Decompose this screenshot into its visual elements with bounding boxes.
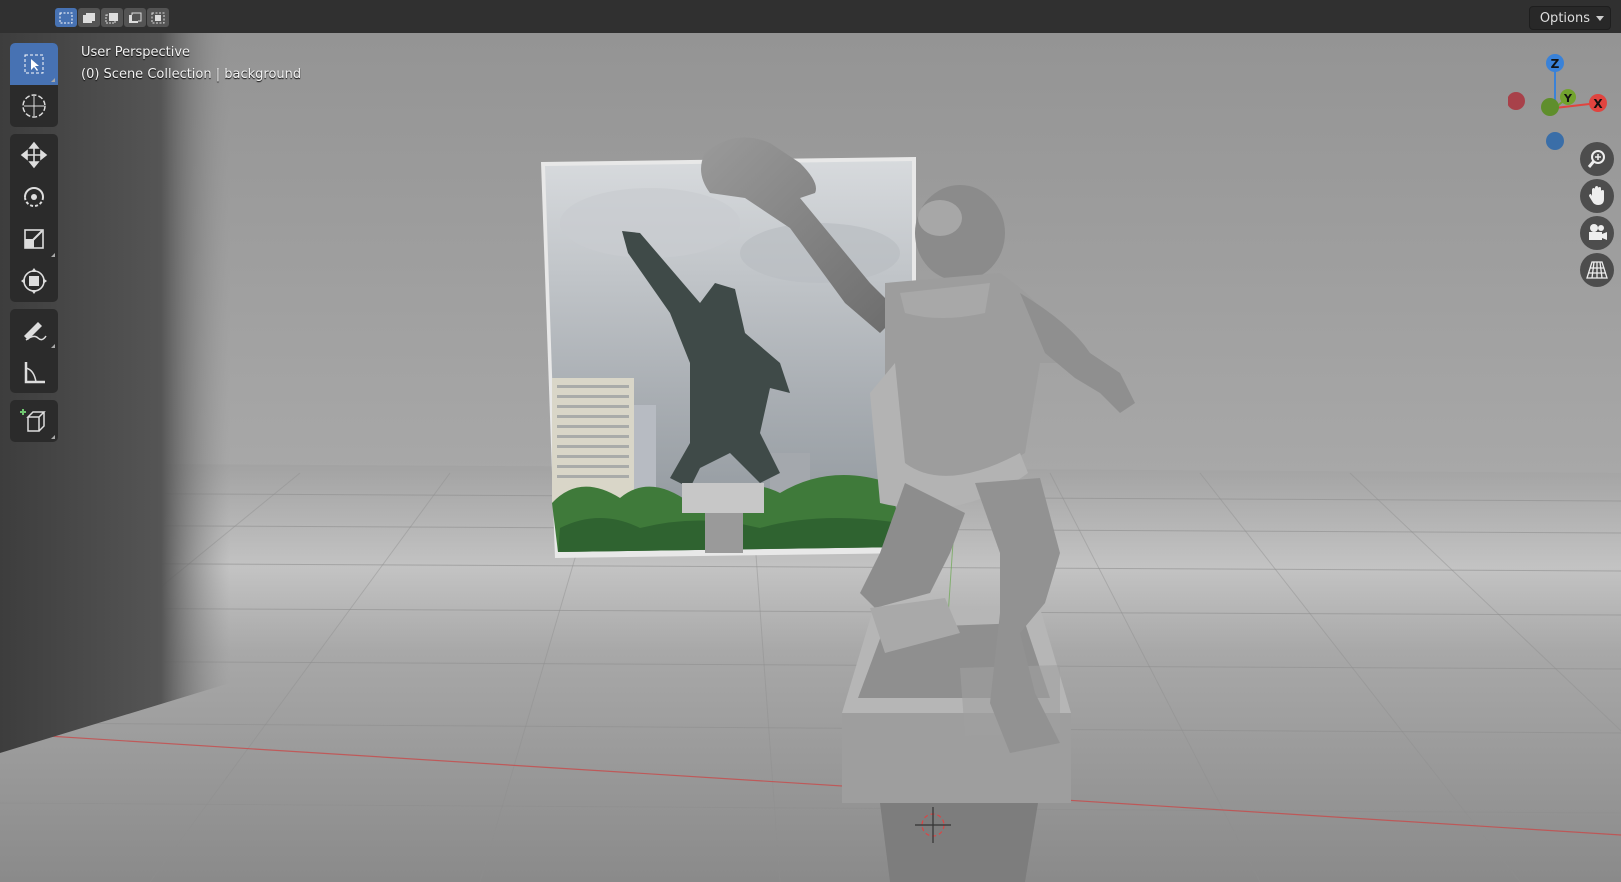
add-cube-tool[interactable]: [10, 400, 58, 442]
camera-view-button[interactable]: [1580, 216, 1614, 250]
neg-x-axis-dot: [1508, 92, 1525, 110]
rotate-icon: [24, 187, 44, 207]
select-extend-icon: [83, 12, 95, 23]
transform-tool[interactable]: [10, 260, 58, 302]
hand-pan-icon: [1589, 186, 1604, 205]
annotate-tool[interactable]: [10, 309, 58, 351]
scale-tool[interactable]: [10, 218, 58, 260]
select-box-icon: [24, 54, 44, 74]
select-new-icon: [59, 12, 73, 23]
camera-icon: [1589, 224, 1607, 240]
select-box-tool[interactable]: [10, 43, 58, 85]
tool-group-select: [10, 43, 58, 127]
pan-button[interactable]: [1580, 179, 1614, 213]
select-subtract-mode-button[interactable]: [101, 8, 123, 27]
transform-icon: [21, 268, 47, 294]
add-cube-icon: [20, 409, 46, 432]
viewport-header: Options: [0, 0, 1621, 34]
zoom-icon: [1587, 150, 1605, 168]
tool-variant-indicator: [51, 435, 55, 439]
move-icon: [20, 141, 48, 169]
navigation-gizmo[interactable]: Z Y X: [1508, 43, 1613, 153]
perspective-grid-icon: [1586, 261, 1608, 279]
rotate-tool[interactable]: [10, 176, 58, 218]
options-dropdown[interactable]: Options: [1528, 6, 1611, 30]
move-tool[interactable]: [10, 134, 58, 176]
select-extend-mode-button[interactable]: [78, 8, 100, 27]
tool-group-add: [10, 400, 58, 442]
measure-tool[interactable]: [10, 351, 58, 393]
cursor-icon: [22, 94, 46, 118]
tool-variant-indicator: [51, 344, 55, 348]
view-name-label: User Perspective: [81, 45, 191, 60]
tool-variant-indicator: [51, 78, 55, 82]
measure-icon: [24, 362, 45, 384]
viewport-scene: [0, 33, 1621, 882]
y-axis-label: Y: [1563, 92, 1573, 105]
x-axis-label: X: [1593, 97, 1603, 111]
select-intersect-icon: [151, 12, 165, 23]
tool-variant-indicator: [51, 253, 55, 257]
scale-icon: [24, 229, 44, 249]
collection-info-label: (0) Scene Collection | background: [81, 67, 302, 82]
3d-viewport[interactable]: User Perspective (0) Scene Collection | …: [0, 33, 1621, 882]
tool-group-transform: [10, 134, 58, 302]
tool-shelf: [10, 43, 58, 449]
neg-z-axis-dot: [1546, 132, 1564, 150]
select-subtract-icon: [105, 12, 118, 23]
select-difference-icon: [129, 12, 142, 23]
background-image-plane: [541, 157, 916, 558]
neg-y-axis-dot: [1541, 98, 1559, 116]
options-label: Options: [1539, 10, 1590, 26]
chevron-down-icon: [1596, 15, 1604, 21]
annotate-icon: [24, 322, 47, 341]
select-intersect-mode-button[interactable]: [147, 8, 169, 27]
cursor-tool[interactable]: [10, 85, 58, 127]
tool-group-annotate: [10, 309, 58, 393]
selection-mode-group: [55, 8, 169, 27]
z-axis-label: Z: [1551, 57, 1560, 71]
zoom-button[interactable]: [1580, 142, 1614, 176]
select-new-mode-button[interactable]: [55, 8, 77, 27]
select-difference-mode-button[interactable]: [124, 8, 146, 27]
perspective-toggle-button[interactable]: [1580, 253, 1614, 287]
